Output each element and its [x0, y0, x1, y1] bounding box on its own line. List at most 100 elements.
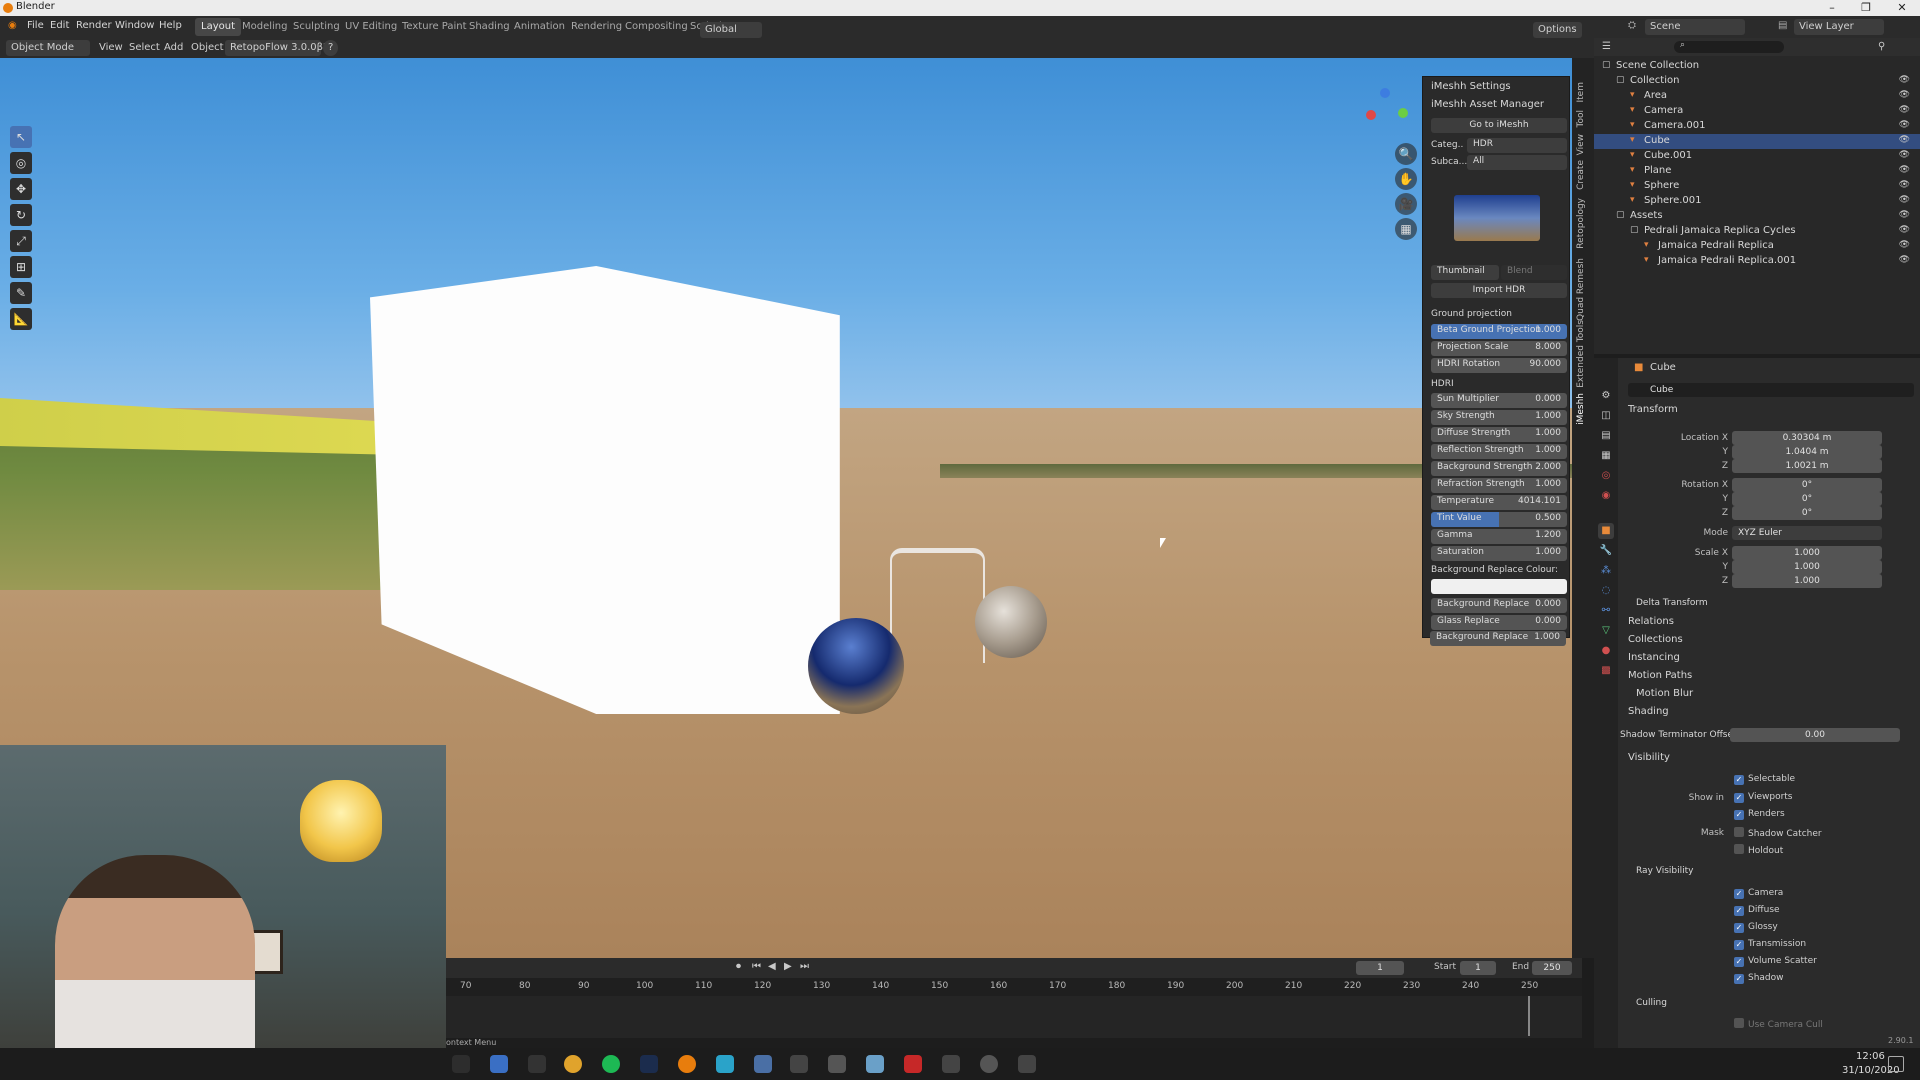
- current-frame-field[interactable]: 1: [1356, 961, 1404, 975]
- relations-section[interactable]: Relations: [1628, 616, 1674, 627]
- transform-section-header[interactable]: Transform: [1628, 404, 1678, 415]
- object-name-field[interactable]: Cube: [1628, 383, 1914, 397]
- tab-compositing[interactable]: Compositing: [619, 18, 694, 36]
- visibility-eye-icon[interactable]: 👁: [1899, 150, 1910, 160]
- hdri-rotation-field[interactable]: HDRI Rotation 90.000: [1431, 358, 1567, 373]
- scene-properties-icon[interactable]: ◎: [1598, 468, 1614, 484]
- physics-properties-icon[interactable]: ◌: [1598, 583, 1614, 599]
- sidebar-tab-retopology[interactable]: Retopology: [1576, 198, 1586, 249]
- scale-y-field[interactable]: 1.000: [1732, 560, 1882, 574]
- jump-end-icon[interactable]: ⏭: [800, 961, 809, 972]
- tab-animation[interactable]: Animation: [508, 18, 571, 36]
- tab-uv-editing[interactable]: UV Editing: [339, 18, 403, 36]
- background-replace-colour-swatch[interactable]: [1431, 579, 1567, 594]
- modifier-properties-icon[interactable]: 🔧: [1598, 543, 1614, 559]
- outliner-row-assets[interactable]: ▢ Assets 👁: [1594, 209, 1920, 224]
- outliner-row-jamaica-pedrali-001[interactable]: ▾ Jamaica Pedrali Replica.001 👁: [1594, 254, 1920, 269]
- projection-scale-field[interactable]: Projection Scale 8.000: [1431, 341, 1567, 356]
- menu-render[interactable]: Render: [76, 20, 112, 31]
- zoom-icon[interactable]: 🔍: [1395, 143, 1417, 165]
- visibility-eye-icon[interactable]: 👁: [1899, 90, 1910, 100]
- outliner-search-input[interactable]: ⌕: [1674, 40, 1784, 53]
- view-layer-properties-icon[interactable]: ▦: [1598, 448, 1614, 464]
- beta-ground-projection-field[interactable]: Beta Ground Projection 1.000: [1431, 324, 1567, 339]
- rotation-z-field[interactable]: 0°: [1732, 506, 1882, 520]
- menu-file[interactable]: File: [27, 20, 44, 31]
- ray-camera-checkbox[interactable]: ✓ Camera: [1734, 888, 1783, 899]
- view-layer-selector[interactable]: View Layer: [1794, 19, 1884, 35]
- viewports-checkbox[interactable]: ✓ Viewports: [1734, 792, 1793, 803]
- gizmo-y-axis-icon[interactable]: [1398, 108, 1408, 118]
- outliner-row-scene-collection[interactable]: ▢ Scene Collection: [1594, 59, 1920, 74]
- camera-view-icon[interactable]: 🎥: [1395, 193, 1417, 215]
- visibility-section[interactable]: Visibility: [1628, 752, 1670, 763]
- record-icon[interactable]: ⏺: [736, 961, 741, 972]
- options-dropdown[interactable]: Options: [1533, 22, 1582, 38]
- visibility-eye-icon[interactable]: 👁: [1899, 225, 1910, 235]
- background-replace-field[interactable]: Background Replace 0.000: [1431, 598, 1567, 613]
- annotate-tool-icon[interactable]: ✎: [10, 282, 32, 304]
- outliner-row-sphere-001[interactable]: ▾ Sphere.001 👁: [1594, 194, 1920, 209]
- tab-layout[interactable]: Layout: [195, 18, 241, 36]
- visibility-eye-icon[interactable]: 👁: [1899, 135, 1910, 145]
- scene-selector[interactable]: Scene: [1645, 19, 1745, 35]
- outliner-row-camera-001[interactable]: ▾ Camera.001 👁: [1594, 119, 1920, 134]
- location-x-field[interactable]: 0.30304 m: [1732, 431, 1882, 445]
- reflection-strength-field[interactable]: Reflection Strength 1.000: [1431, 444, 1567, 459]
- app-icon-nuke[interactable]: [942, 1055, 960, 1073]
- timeline-panel[interactable]: ⏺ ⏮ ◀ ▶ ⏭ 1 Start 1 End 250 70 80 90 100…: [446, 958, 1582, 1038]
- app-icon-explorer[interactable]: [490, 1055, 508, 1073]
- outliner-row-jamaica-pedrali[interactable]: ▾ Jamaica Pedrali Replica 👁: [1594, 239, 1920, 254]
- refraction-strength-field[interactable]: Refraction Strength 1.000: [1431, 478, 1567, 493]
- shading-section[interactable]: Shading: [1628, 706, 1669, 717]
- tab-modeling[interactable]: Modeling: [236, 18, 294, 36]
- sky-strength-field[interactable]: Sky Strength 1.000: [1431, 410, 1567, 425]
- sidebar-tab-tool[interactable]: Tool: [1576, 110, 1586, 127]
- menu-object[interactable]: Object: [186, 40, 229, 56]
- imeshh-asset-manager-header[interactable]: iMeshh Asset Manager: [1431, 99, 1544, 110]
- rotate-tool-icon[interactable]: ↻: [10, 204, 32, 226]
- ray-visibility-section[interactable]: Ray Visibility: [1636, 866, 1693, 876]
- selectable-checkbox[interactable]: ✓ Selectable: [1734, 774, 1795, 785]
- scale-z-field[interactable]: 1.000: [1732, 574, 1882, 588]
- ray-transmission-checkbox[interactable]: ✓ Transmission: [1734, 939, 1806, 950]
- tab-texture-paint[interactable]: Texture Paint: [396, 18, 473, 36]
- filter-icon[interactable]: ⚲: [1878, 41, 1885, 52]
- app-icon-red[interactable]: [904, 1055, 922, 1073]
- subcategory-dropdown[interactable]: All: [1467, 155, 1567, 170]
- ray-diffuse-checkbox[interactable]: ✓ Diffuse: [1734, 905, 1780, 916]
- sun-multiplier-field[interactable]: Sun Multiplier 0.000: [1431, 393, 1567, 408]
- render-properties-icon[interactable]: ◫: [1598, 408, 1614, 424]
- sphere-001-object[interactable]: [975, 586, 1047, 658]
- motion-blur-section[interactable]: Motion Blur: [1636, 688, 1693, 699]
- sidebar-tab-extended-tools[interactable]: Extended Tools: [1576, 320, 1586, 388]
- object-properties-icon[interactable]: ■: [1598, 523, 1614, 539]
- start-frame-field[interactable]: 1: [1460, 961, 1496, 975]
- output-properties-icon[interactable]: ▤: [1598, 428, 1614, 444]
- hdr-thumbnail-image[interactable]: [1454, 195, 1540, 241]
- outliner-row-pedrali-collection[interactable]: ▢ Pedrali Jamaica Replica Cycles 👁: [1594, 224, 1920, 239]
- world-properties-icon[interactable]: ◉: [1598, 488, 1614, 504]
- maximize-button[interactable]: ❐: [1852, 0, 1880, 16]
- rotation-mode-dropdown[interactable]: XYZ Euler: [1732, 526, 1882, 540]
- location-z-field[interactable]: 1.0021 m: [1732, 459, 1882, 473]
- thumbnail-tab[interactable]: Thumbnail: [1431, 265, 1499, 280]
- constraints-properties-icon[interactable]: ⚯: [1598, 603, 1614, 619]
- visibility-eye-icon[interactable]: 👁: [1899, 75, 1910, 85]
- diffuse-strength-field[interactable]: Diffuse Strength 1.000: [1431, 427, 1567, 442]
- visibility-eye-icon[interactable]: 👁: [1899, 240, 1910, 250]
- gamma-field[interactable]: Gamma 1.200: [1431, 529, 1567, 544]
- collections-section[interactable]: Collections: [1628, 634, 1683, 645]
- shadow-catcher-checkbox[interactable]: Shadow Catcher: [1734, 827, 1822, 839]
- glass-replace-field[interactable]: Glass Replace 0.000: [1431, 615, 1567, 630]
- start-menu-icon[interactable]: [452, 1055, 470, 1073]
- retopoflow-button[interactable]: RetopoFlow 3.0.0β2: [225, 40, 329, 56]
- motion-paths-section[interactable]: Motion Paths: [1628, 670, 1692, 681]
- sidebar-tab-create[interactable]: Create: [1576, 160, 1586, 190]
- sidebar-tab-imeshh[interactable]: iMeshh: [1576, 393, 1586, 425]
- app-icon-s[interactable]: [790, 1055, 808, 1073]
- object-mode-dropdown[interactable]: Object Mode: [6, 40, 90, 56]
- outliner-row-cube[interactable]: ▾ Cube 👁: [1594, 134, 1920, 149]
- pan-hand-icon[interactable]: ✋: [1395, 168, 1417, 190]
- use-camera-cull-checkbox[interactable]: Use Camera Cull: [1734, 1018, 1823, 1030]
